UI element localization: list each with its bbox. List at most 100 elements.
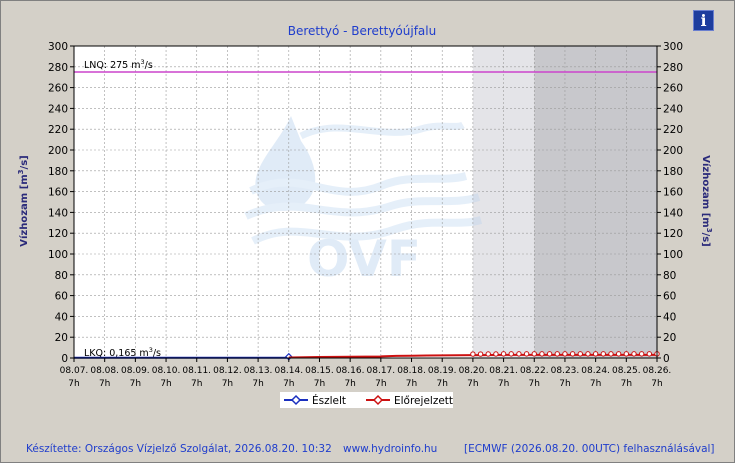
y-tick-label-right-60: 60: [663, 291, 676, 303]
forecast-point: [646, 351, 653, 357]
forecast-point: [562, 351, 568, 357]
x-tick-hour-19: 7h: [651, 379, 662, 389]
y-label-right-tail: /s]: [700, 233, 711, 247]
x-tick-date-10: 08.17.: [367, 366, 396, 376]
forecast-point: [546, 351, 553, 357]
y-label-left-main: Vízhozam [m: [18, 174, 30, 246]
forecast-point: [638, 351, 645, 357]
chart-window: Berettyó - Berettyóújfalu OVF LNQ: 275 m…: [0, 0, 735, 463]
x-tick-date-17: 08.24.: [581, 366, 610, 376]
x-tick-date-3: 08.10.: [152, 366, 181, 376]
x-tick-hour-2: 7h: [130, 379, 141, 389]
footer-made-by: Készítette: Országos Vízjelző Szolgálat,…: [26, 443, 332, 455]
x-tick-hour-16: 7h: [559, 379, 570, 389]
forecast-point: [615, 351, 622, 357]
x-tick-date-5: 08.12.: [213, 366, 242, 376]
watermark-text: OVF: [307, 230, 421, 288]
x-tick-date-11: 08.18.: [397, 366, 426, 376]
y-tick-label-right-100: 100: [663, 249, 683, 261]
forecast-point: [585, 351, 591, 357]
y-tick-label-left-240: 240: [48, 103, 68, 115]
x-tick-hour-11: 7h: [406, 379, 417, 389]
y-tick-label-left-180: 180: [48, 166, 68, 178]
x-tick-date-4: 08.11.: [182, 366, 211, 376]
y-tick-label-right-80: 80: [663, 270, 676, 282]
plot-area: OVF LNQ: 275 m3/sLKQ: 0,165 m3/s: [73, 45, 660, 361]
forecast-point: [554, 351, 560, 357]
y-tick-label-left-120: 120: [48, 228, 68, 240]
y-tick-label-left-280: 280: [48, 62, 68, 74]
footer-website: www.hydroinfo.hu: [343, 443, 437, 455]
forecast-point: [623, 351, 630, 357]
x-tick-hour-9: 7h: [344, 379, 355, 389]
reference-label-tail: /s: [145, 60, 153, 71]
legend: Észlelt Előrejelzett: [280, 392, 453, 408]
x-tick-hour-10: 7h: [375, 379, 386, 389]
chart-title: Berettyó - Berettyóújfalu: [288, 24, 436, 38]
forecast-point: [531, 351, 537, 357]
x-axis: 08.07. 7h 08.08. 7h 08.09. 7h 08.10. 7h 08.11. 7h…: [60, 358, 672, 389]
y-tick-label-right-160: 160: [663, 187, 683, 199]
y-tick-label-left-160: 160: [48, 187, 68, 199]
y-tick-label-right-120: 120: [663, 228, 683, 240]
y-tick-label-right-0: 0: [663, 353, 670, 365]
y-tick-label-right-240: 240: [663, 103, 683, 115]
x-tick-hour-0: 7h: [68, 379, 79, 389]
forecast-point: [608, 351, 614, 357]
x-tick-date-6: 08.13.: [244, 366, 273, 376]
y-tick-label-left-260: 260: [48, 83, 68, 95]
forecast-point: [592, 351, 599, 357]
x-tick-date-8: 08.15.: [305, 366, 334, 376]
forecast-point: [516, 351, 522, 357]
y-tick-label-left-140: 140: [48, 207, 68, 219]
y-label-left-tail: /s]: [19, 155, 30, 169]
x-tick-date-19: 08.26.: [643, 366, 672, 376]
y-tick-label-left-20: 20: [55, 332, 68, 344]
y-tick-label-left-220: 220: [48, 124, 68, 136]
forecast-point: [539, 351, 545, 357]
y-tick-label-right-220: 220: [663, 124, 683, 136]
x-tick-hour-7: 7h: [283, 379, 294, 389]
forecast-point: [631, 351, 637, 357]
y-tick-label-left-200: 200: [48, 145, 68, 157]
x-tick-date-7: 08.14.: [274, 366, 303, 376]
y-tick-label-left-300: 300: [48, 41, 68, 53]
y-tick-label-right-260: 260: [663, 83, 683, 95]
x-tick-hour-18: 7h: [621, 379, 632, 389]
x-tick-date-15: 08.22.: [520, 366, 549, 376]
forecast-point: [600, 351, 607, 357]
x-tick-hour-3: 7h: [160, 379, 171, 389]
forecast-point: [485, 351, 491, 357]
x-tick-hour-6: 7h: [252, 379, 263, 389]
forecast-point: [569, 351, 576, 357]
y-tick-label-left-40: 40: [55, 311, 68, 323]
info-button[interactable]: i: [693, 10, 714, 31]
x-tick-date-14: 08.21.: [489, 366, 518, 376]
x-tick-hour-5: 7h: [222, 379, 233, 389]
forecast-point: [493, 351, 499, 357]
x-tick-date-13: 08.20.: [459, 366, 488, 376]
forecast-point: [577, 351, 583, 357]
x-tick-hour-4: 7h: [191, 379, 202, 389]
x-tick-date-18: 08.25.: [612, 366, 641, 376]
info-icon: i: [700, 11, 707, 30]
forecast-point: [470, 351, 476, 357]
legend-forecast-label: Előrejelzett: [394, 395, 453, 407]
x-tick-date-12: 08.19.: [428, 366, 457, 376]
y-label-right-main: Vízhozam [m: [700, 155, 712, 227]
y-axis-label-left: Vízhozam [m3/s]: [17, 155, 30, 247]
y-tick-label-left-100: 100: [48, 249, 68, 261]
reference-label-value: LNQ: 275 m: [84, 60, 141, 71]
y-tick-label-right-40: 40: [663, 311, 676, 323]
forecast-point: [523, 351, 530, 357]
x-tick-hour-8: 7h: [314, 379, 325, 389]
y-axis-right: 0 20 40 60 80 100 120 140 160 180 200 220 240 260 280 3…: [657, 41, 683, 365]
x-tick-date-1: 08.08.: [90, 366, 119, 376]
forecast-point: [500, 351, 507, 357]
hydrograph-chart: Berettyó - Berettyóújfalu OVF LNQ: 275 m…: [17, 24, 715, 455]
x-tick-hour-1: 7h: [99, 379, 110, 389]
y-axis-left: 0 20 40 60 80 100 120 140 160 180 200 220 240 260 280 3…: [48, 41, 74, 365]
x-tick-date-0: 08.07.: [60, 366, 89, 376]
forecast-point: [477, 351, 484, 357]
y-tick-label-right-200: 200: [663, 145, 683, 157]
